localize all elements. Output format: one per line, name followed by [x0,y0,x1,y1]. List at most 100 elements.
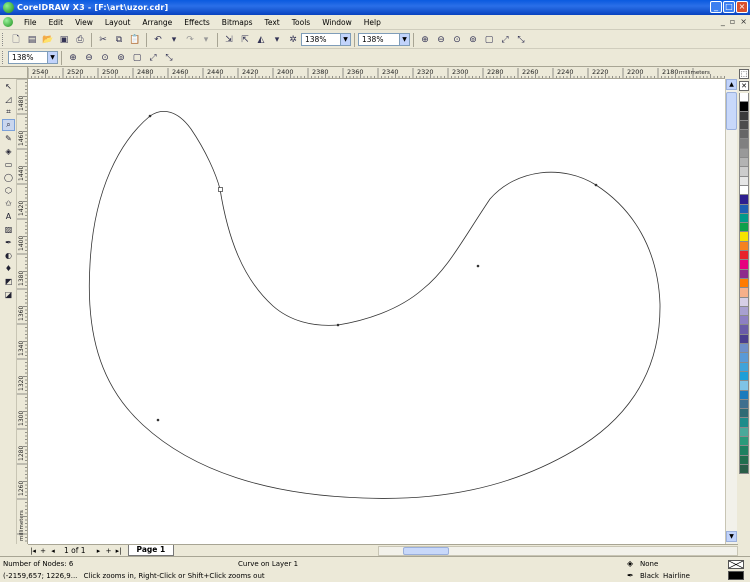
color-swatch[interactable] [739,139,749,149]
undo-icon[interactable]: ↶ [151,33,165,47]
zoom-width-icon[interactable]: ⤢ [498,33,512,47]
color-swatch[interactable] [739,409,749,419]
zoom-out-icon[interactable]: ⊖ [434,33,448,47]
color-swatch[interactable] [739,325,749,335]
curve-node[interactable] [156,418,160,422]
color-swatch[interactable] [739,158,749,168]
document-icon[interactable] [3,17,13,27]
color-swatch[interactable] [739,446,749,456]
menu-view[interactable]: View [69,18,99,27]
color-swatch[interactable] [739,399,749,410]
fill-color-swatch[interactable] [728,560,744,569]
maximize-button[interactable]: □ [723,1,735,13]
color-swatch[interactable] [739,344,749,354]
scroll-up-button[interactable]: ▲ [726,79,737,90]
menu-arrange[interactable]: Arrange [136,18,178,27]
page-tab-1[interactable]: Page 1 [127,545,175,556]
color-swatch[interactable] [739,204,749,214]
ellipse-tool-icon[interactable]: ◯ [2,171,15,183]
toolbar-grip[interactable] [2,51,5,64]
color-swatch[interactable] [739,390,749,400]
horizontal-scroll-thumb[interactable] [403,547,449,555]
zoom-out-icon[interactable]: ⊖ [82,51,96,65]
color-swatch[interactable] [739,167,749,177]
redo-icon[interactable]: ↷ [183,33,197,47]
eyedropper-tool-icon[interactable]: ✒ [2,236,15,248]
redo-dropdown-icon[interactable]: ▾ [199,33,213,47]
menu-layout[interactable]: Layout [99,18,137,27]
new-from-template-icon[interactable]: ▤ [25,33,39,47]
undo-dropdown-icon[interactable]: ▾ [167,33,181,47]
copy-icon[interactable]: ⧉ [112,33,126,47]
zoom-height-icon[interactable]: ⤡ [162,51,176,65]
scroll-down-button[interactable]: ▼ [726,531,737,542]
save-icon[interactable]: ▣ [57,33,71,47]
zoom-all-objects-icon[interactable]: ⊚ [466,33,480,47]
doc-close-button[interactable]: × [740,17,747,26]
doc-restore-button[interactable]: ▫ [730,17,735,26]
paste-icon[interactable]: 📋 [128,33,142,47]
drawing-canvas[interactable] [28,79,725,544]
color-swatch[interactable] [739,455,749,465]
color-swatch[interactable] [739,241,749,252]
doc-minimize-button[interactable]: _ [721,17,725,26]
curve-node[interactable] [148,114,152,118]
color-swatch[interactable] [739,260,749,270]
toolbar-grip[interactable] [2,33,5,46]
zoom-selected-icon[interactable]: ⊙ [450,33,464,47]
polygon-tool-icon[interactable]: ⬡ [2,184,15,196]
zoom-property-combo[interactable]: 138% ▼ [8,51,58,64]
color-swatch[interactable] [739,111,749,121]
chevron-down-icon[interactable]: ▼ [340,34,350,45]
coreldraw-app-icon[interactable] [3,2,14,13]
color-swatch[interactable] [739,316,749,326]
zoom-tool-icon[interactable]: ⌕ [2,119,15,131]
color-swatch[interactable] [739,297,749,307]
zoom-page-icon[interactable]: ▢ [482,33,496,47]
outline-tool-icon[interactable]: ◐ [2,249,15,261]
zoom-page-icon[interactable]: ▢ [130,51,144,65]
rectangle-tool-icon[interactable]: ▭ [2,158,15,170]
curve-node[interactable] [336,323,340,327]
color-swatch[interactable] [739,362,749,372]
color-swatch[interactable] [739,334,749,345]
zoom-level-combo[interactable]: 138% ▼ [301,33,351,46]
text-tool-icon[interactable]: A [2,210,15,222]
pick-tool-icon[interactable]: ↖ [2,80,15,92]
curve-node-selected[interactable] [218,187,223,192]
color-swatch[interactable] [739,213,749,224]
fill-tool-icon[interactable]: ♦ [2,262,15,274]
color-swatch[interactable] [739,371,749,382]
color-swatch[interactable] [739,251,749,261]
color-swatch[interactable] [739,353,749,363]
color-swatch[interactable] [739,464,749,475]
color-swatch[interactable] [739,148,749,159]
close-button[interactable]: × [736,1,748,13]
import-icon[interactable]: ⇲ [222,33,236,47]
no-color-swatch[interactable]: ✕ [739,81,749,91]
zoom-in-icon[interactable]: ⊕ [66,51,80,65]
color-swatch[interactable] [739,306,749,317]
first-page-button[interactable]: |◂ [28,546,38,556]
launcher-dropdown-icon[interactable]: ▾ [270,33,284,47]
vertical-ruler[interactable]: 1480 1460 1440 1420 1400 1380 1360 1340 … [17,79,28,544]
color-swatch[interactable] [739,93,749,103]
next-page-button[interactable]: ▸ [94,546,104,556]
previous-page-button[interactable]: ◂ [48,546,58,556]
selected-curve[interactable] [88,111,661,499]
zoom-selected-icon[interactable]: ⊙ [98,51,112,65]
zoom-levels-combo[interactable]: 138% ▼ [358,33,410,46]
menu-file[interactable]: File [18,18,43,27]
minimize-button[interactable]: _ [710,1,722,13]
color-swatch[interactable] [739,176,749,186]
print-icon[interactable]: ⎙ [73,33,87,47]
zoom-width-icon[interactable]: ⤢ [146,51,160,65]
color-swatch[interactable] [739,232,749,242]
smart-fill-tool-icon[interactable]: ◈ [2,145,15,157]
color-swatch[interactable] [739,185,749,196]
color-swatch[interactable] [739,102,749,112]
zoom-all-objects-icon[interactable]: ⊚ [114,51,128,65]
new-document-icon[interactable]: 🗋 [9,33,23,47]
outline-indicator[interactable]: ✒ Black Hairline [627,571,690,580]
cut-icon[interactable]: ✂ [96,33,110,47]
